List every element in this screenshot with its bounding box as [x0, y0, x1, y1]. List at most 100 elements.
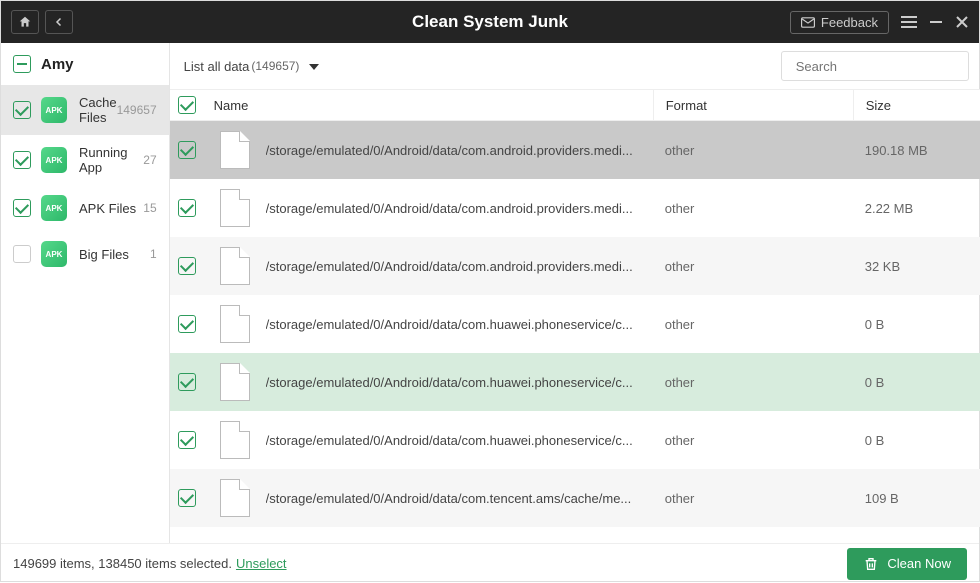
- home-icon: [18, 15, 32, 29]
- apk-icon: APK: [41, 97, 67, 123]
- close-button[interactable]: [955, 15, 969, 29]
- sidebar-checkbox[interactable]: [13, 245, 31, 263]
- file-format: other: [653, 491, 853, 506]
- sidebar-item-count: 27: [143, 153, 156, 167]
- sidebar-item-label: Big Files: [79, 247, 150, 262]
- file-icon: [220, 247, 250, 285]
- apk-icon: APK: [41, 147, 67, 173]
- table-row[interactable]: /storage/emulated/0/Android/data/com.hua…: [170, 411, 980, 469]
- file-path: /storage/emulated/0/Android/data/com.hua…: [266, 433, 653, 448]
- file-size: 0 B: [853, 317, 980, 332]
- menu-button[interactable]: [901, 15, 917, 29]
- list-filter-dropdown[interactable]: [309, 57, 319, 75]
- column-name[interactable]: Name: [214, 98, 653, 113]
- device-row[interactable]: Amy: [1, 43, 169, 85]
- row-checkbox[interactable]: [178, 489, 196, 507]
- feedback-label: Feedback: [821, 15, 878, 30]
- file-path: /storage/emulated/0/Android/data/com.and…: [266, 201, 653, 216]
- file-format: other: [653, 317, 853, 332]
- sidebar-item-cache-files[interactable]: APK Cache Files149657: [1, 85, 169, 135]
- table-header: Name Format Size: [170, 89, 980, 121]
- file-icon: [220, 189, 250, 227]
- file-icon: [220, 305, 250, 343]
- sidebar-checkbox[interactable]: [13, 151, 31, 169]
- column-size[interactable]: Size: [853, 90, 980, 120]
- row-checkbox[interactable]: [178, 141, 196, 159]
- table-row[interactable]: /storage/emulated/0/Android/data/com.and…: [170, 121, 980, 179]
- table-row[interactable]: /storage/emulated/0/Android/data/com.and…: [170, 179, 980, 237]
- status-text: 149699 items, 138450 items selected.: [13, 556, 232, 571]
- select-all-checkbox[interactable]: [178, 96, 196, 114]
- sidebar-item-count: 1: [150, 247, 157, 261]
- sidebar-item-count: 149657: [117, 103, 157, 117]
- sidebar-item-running-app[interactable]: APK Running App27: [1, 135, 169, 185]
- minimize-icon: [929, 15, 943, 29]
- row-checkbox[interactable]: [178, 257, 196, 275]
- file-path: /storage/emulated/0/Android/data/com.and…: [266, 143, 653, 158]
- toolbar: List all data (149657): [170, 43, 980, 89]
- caret-down-icon: [309, 64, 319, 70]
- table-row[interactable]: /storage/emulated/0/Android/data/com.hua…: [170, 295, 980, 353]
- unselect-link[interactable]: Unselect: [236, 556, 287, 571]
- file-icon: [220, 131, 250, 169]
- file-format: other: [653, 375, 853, 390]
- apk-icon: APK: [41, 241, 67, 267]
- device-checkbox[interactable]: [13, 55, 31, 73]
- file-format: other: [653, 259, 853, 274]
- list-filter-count: (149657): [251, 59, 299, 73]
- file-path: /storage/emulated/0/Android/data/com.ten…: [266, 491, 653, 506]
- sidebar-item-apk-files[interactable]: APK APK Files15: [1, 185, 169, 231]
- file-size: 190.18 MB: [853, 143, 980, 158]
- row-checkbox[interactable]: [178, 431, 196, 449]
- table-body: /storage/emulated/0/Android/data/com.and…: [170, 121, 980, 543]
- file-size: 2.22 MB: [853, 201, 980, 216]
- clean-now-label: Clean Now: [887, 556, 951, 571]
- file-icon: [220, 421, 250, 459]
- file-size: 0 B: [853, 433, 980, 448]
- trash-icon: [863, 556, 879, 572]
- file-size: 32 KB: [853, 259, 980, 274]
- file-path: /storage/emulated/0/Android/data/com.and…: [266, 259, 653, 274]
- sidebar-checkbox[interactable]: [13, 101, 31, 119]
- search-input[interactable]: [796, 59, 972, 74]
- row-checkbox[interactable]: [178, 199, 196, 217]
- main-panel: List all data (149657) Name Format Size …: [170, 43, 980, 543]
- back-button[interactable]: [45, 10, 73, 34]
- mail-icon: [801, 17, 815, 28]
- table-row[interactable]: /storage/emulated/0/Android/data/com.ten…: [170, 469, 980, 527]
- file-format: other: [653, 143, 853, 158]
- sidebar-checkbox[interactable]: [13, 199, 31, 217]
- close-icon: [955, 15, 969, 29]
- file-size: 109 B: [853, 491, 980, 506]
- footer: 149699 items, 138450 items selected. Uns…: [1, 543, 979, 583]
- sidebar-item-count: 15: [143, 201, 156, 215]
- sidebar-item-label: Cache Files: [79, 95, 117, 125]
- row-checkbox[interactable]: [178, 373, 196, 391]
- file-format: other: [653, 201, 853, 216]
- sidebar: Amy APK Cache Files149657 APK Running App27…: [1, 43, 170, 543]
- hamburger-icon: [901, 15, 917, 29]
- apk-icon: APK: [41, 195, 67, 221]
- file-size: 0 B: [853, 375, 980, 390]
- file-path: /storage/emulated/0/Android/data/com.hua…: [266, 317, 653, 332]
- column-format[interactable]: Format: [653, 90, 853, 120]
- file-path: /storage/emulated/0/Android/data/com.hua…: [266, 375, 653, 390]
- clean-now-button[interactable]: Clean Now: [847, 548, 967, 580]
- sidebar-item-big-files[interactable]: APK Big Files1: [1, 231, 169, 277]
- feedback-button[interactable]: Feedback: [790, 11, 889, 34]
- chevron-left-icon: [53, 16, 65, 28]
- device-name: Amy: [41, 56, 74, 73]
- list-filter-label[interactable]: List all data: [184, 59, 250, 74]
- home-button[interactable]: [11, 10, 39, 34]
- search-box[interactable]: [781, 51, 969, 81]
- file-icon: [220, 479, 250, 517]
- sidebar-item-label: APK Files: [79, 201, 143, 216]
- table-row[interactable]: /storage/emulated/0/Android/data/com.and…: [170, 237, 980, 295]
- window-title: Clean System Junk: [412, 12, 568, 32]
- file-icon: [220, 363, 250, 401]
- minimize-button[interactable]: [929, 15, 943, 29]
- table-row[interactable]: /storage/emulated/0/Android/data/com.hua…: [170, 353, 980, 411]
- sidebar-item-label: Running App: [79, 145, 143, 175]
- row-checkbox[interactable]: [178, 315, 196, 333]
- file-format: other: [653, 433, 853, 448]
